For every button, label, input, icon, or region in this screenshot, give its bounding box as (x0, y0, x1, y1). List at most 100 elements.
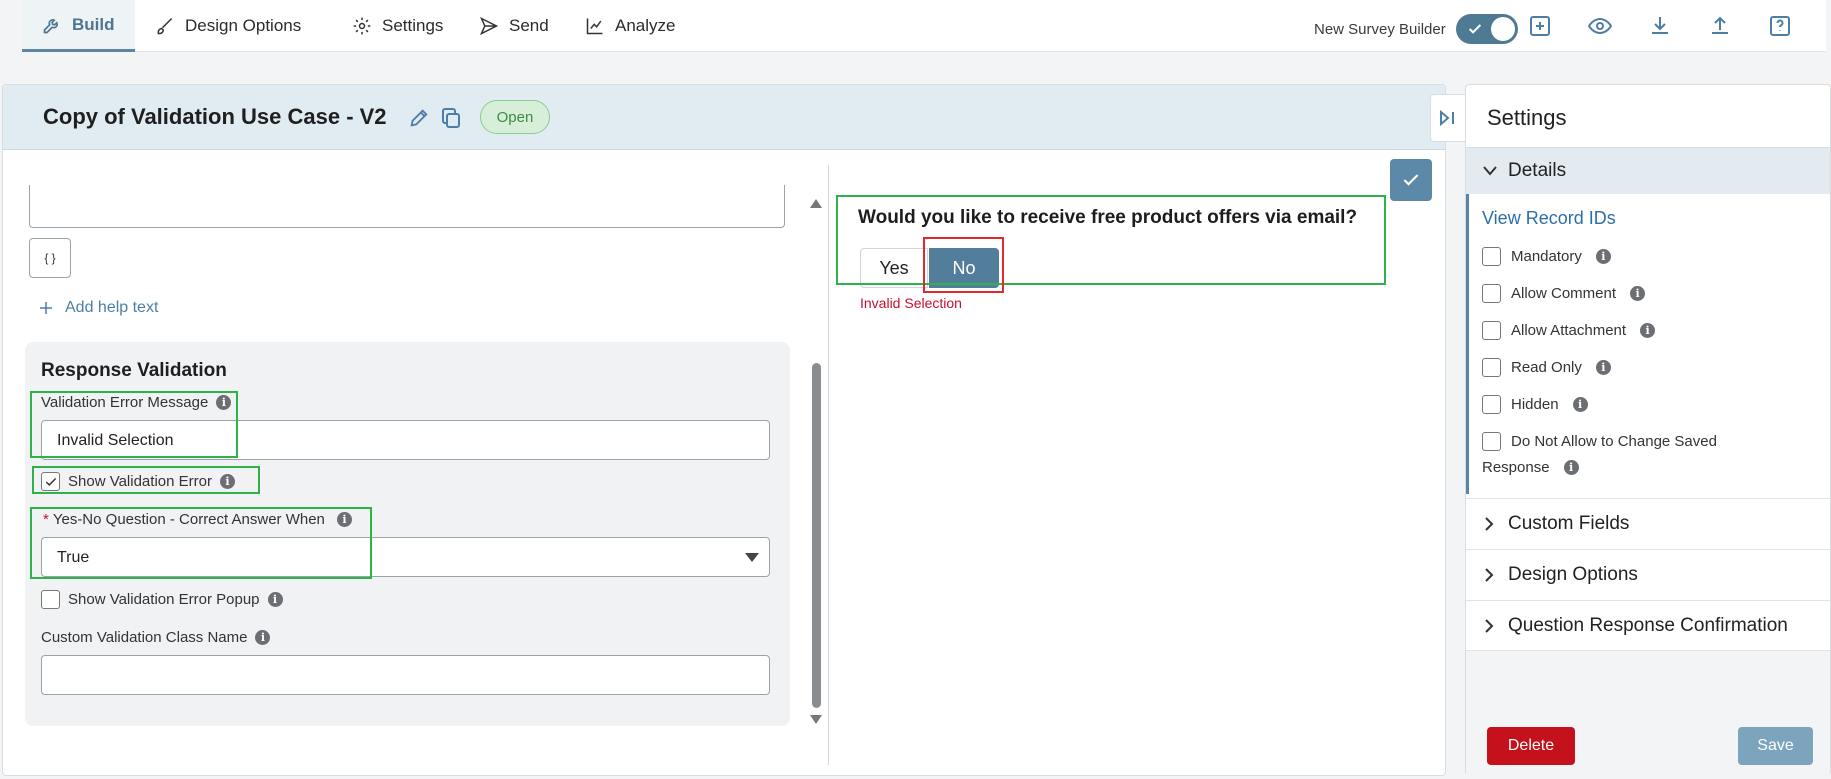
show-popup-checkbox[interactable] (41, 590, 60, 609)
help-icon[interactable] (1768, 14, 1792, 38)
option-label: Allow Comment (1511, 285, 1617, 302)
brush-icon (155, 16, 175, 36)
question-response-confirmation-accordion[interactable]: Question Response Confirmation (1466, 600, 1830, 651)
info-icon[interactable]: i (1630, 286, 1646, 301)
add-help-text-link[interactable]: Add help text (37, 299, 158, 317)
survey-builder-card: Copy of Validation Use Case - V2 Open { … (2, 84, 1446, 776)
copy-icon[interactable] (439, 106, 463, 130)
settings-panel: Settings Details View Record IDs Mandato… (1465, 84, 1831, 776)
caret-down-icon (745, 553, 759, 563)
new-builder-toggle-group: New Survey Builder (1314, 14, 1518, 44)
custom-class-label: Custom Validation Class Name (41, 629, 248, 646)
check-icon (1401, 170, 1421, 190)
highlight-box (836, 195, 1386, 285)
show-popup-row: Show Validation Error Popup i (41, 590, 283, 609)
option-allow-comment: Allow Comment i (1482, 284, 1646, 303)
new-builder-toggle[interactable] (1455, 14, 1518, 44)
gear-icon (352, 16, 372, 36)
custom-class-label-row: Custom Validation Class Name i (41, 629, 271, 646)
option-hidden: Hidden i (1482, 395, 1588, 414)
option-allow-attachment: Allow Attachment i (1482, 321, 1656, 340)
toggle-label: New Survey Builder (1314, 20, 1446, 38)
confirm-button[interactable] (1390, 159, 1432, 201)
plus-icon (37, 299, 55, 317)
info-icon[interactable]: i (267, 592, 283, 607)
settings-title: Settings (1487, 105, 1567, 130)
option-do-not-allow-change-cont: Response i (1482, 459, 1579, 476)
tab-send[interactable]: Send (459, 0, 569, 52)
highlight-box (30, 507, 372, 579)
custom-fields-accordion[interactable]: Custom Fields (1466, 498, 1830, 549)
section-label: Custom Fields (1508, 513, 1630, 534)
info-icon[interactable]: i (1563, 460, 1579, 475)
show-popup-label: Show Validation Error Popup (68, 591, 260, 608)
delete-button[interactable]: Delete (1487, 727, 1575, 765)
read-only-checkbox[interactable] (1482, 358, 1501, 377)
info-icon[interactable]: i (1595, 249, 1611, 264)
tab-settings-label: Settings (382, 16, 444, 35)
add-icon[interactable] (1528, 14, 1552, 38)
collapse-icon (1438, 110, 1458, 126)
info-icon[interactable]: i (1595, 360, 1611, 375)
wrench-icon (42, 15, 62, 35)
custom-class-input[interactable] (41, 655, 770, 695)
survey-title-bar: Copy of Validation Use Case - V2 Open (3, 85, 1445, 150)
allow-comment-checkbox[interactable] (1482, 284, 1501, 303)
scroll-down-icon[interactable] (810, 715, 822, 725)
option-label: Do Not Allow to Change Saved (1511, 433, 1717, 450)
survey-title: Copy of Validation Use Case - V2 (43, 104, 387, 129)
toggle-knob (1490, 17, 1515, 41)
chevron-down-icon (1482, 165, 1498, 177)
chevron-right-icon (1484, 567, 1494, 583)
section-label: Design Options (1508, 564, 1638, 585)
chevron-right-icon (1484, 516, 1494, 532)
question-text-input[interactable] (29, 185, 785, 228)
option-mandatory: Mandatory i (1482, 247, 1611, 266)
download-icon[interactable] (1648, 14, 1672, 38)
info-icon[interactable]: i (255, 630, 271, 645)
option-do-not-allow-change: Do Not Allow to Change Saved (1482, 432, 1717, 451)
option-read-only: Read Only i (1482, 358, 1611, 377)
brace-label: { } (44, 251, 56, 265)
save-label: Save (1757, 737, 1794, 754)
collapse-panel-button[interactable] (1430, 94, 1466, 142)
chart-icon (585, 16, 605, 36)
tab-build-label: Build (72, 14, 115, 34)
details-body: View Record IDs Mandatory i Allow Commen… (1466, 194, 1830, 494)
tab-send-label: Send (509, 16, 549, 35)
pane-divider (828, 165, 829, 765)
scroll-up-icon[interactable] (810, 199, 822, 209)
tab-settings[interactable]: Settings (332, 0, 463, 52)
do-not-allow-change-checkbox[interactable] (1482, 432, 1501, 451)
tab-analyze[interactable]: Analyze (565, 0, 695, 52)
upload-icon[interactable] (1708, 14, 1732, 38)
option-label: Read Only (1511, 359, 1582, 376)
tab-design-options[interactable]: Design Options (135, 0, 321, 52)
tab-design-options-label: Design Options (185, 16, 302, 35)
tab-build[interactable]: Build (22, 0, 135, 52)
merge-field-button[interactable]: { } (29, 238, 71, 278)
mandatory-checkbox[interactable] (1482, 247, 1501, 266)
status-badge: Open (480, 100, 550, 134)
design-options-accordion[interactable]: Design Options (1466, 549, 1830, 600)
option-label: Mandatory (1511, 248, 1582, 265)
save-button[interactable]: Save (1738, 727, 1813, 765)
view-record-ids-link[interactable]: View Record IDs (1482, 208, 1616, 229)
option-label: Response (1482, 459, 1550, 476)
details-accordion-header[interactable]: Details (1466, 147, 1830, 194)
check-icon (1467, 21, 1483, 37)
allow-attachment-checkbox[interactable] (1482, 321, 1501, 340)
scrollbar-thumb[interactable] (812, 363, 821, 708)
tab-analyze-label: Analyze (615, 16, 676, 35)
option-label: Allow Attachment (1511, 322, 1627, 339)
info-icon[interactable]: i (1640, 323, 1656, 338)
send-icon (479, 16, 499, 36)
section-label: Question Response Confirmation (1508, 614, 1788, 636)
preview-eye-icon[interactable] (1588, 14, 1612, 38)
option-label: Hidden (1511, 396, 1559, 413)
highlight-box (30, 391, 238, 458)
add-help-text-label: Add help text (65, 299, 159, 316)
hidden-checkbox[interactable] (1482, 395, 1501, 414)
info-icon[interactable]: i (1572, 397, 1588, 412)
edit-pencil-icon[interactable] (408, 107, 430, 129)
